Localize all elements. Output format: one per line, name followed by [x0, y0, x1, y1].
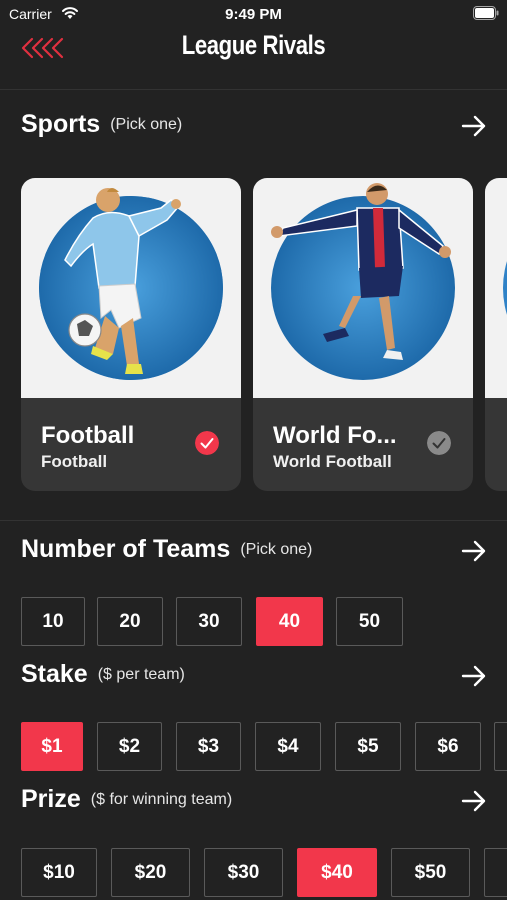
stake-option[interactable]: $2 — [97, 722, 162, 771]
page-title: League Rivals — [181, 30, 326, 60]
prize-option-partial[interactable] — [484, 848, 507, 897]
world-football-player-image — [253, 178, 473, 398]
teams-option[interactable]: 40 — [256, 597, 323, 646]
teams-header: Number of Teams (Pick one) — [21, 535, 487, 569]
card-info — [485, 398, 507, 491]
section-divider — [0, 520, 507, 521]
prize-arrow-right-icon[interactable] — [461, 789, 487, 813]
prize-title: Prize — [21, 785, 81, 813]
stake-arrow-right-icon[interactable] — [461, 664, 487, 688]
stake-option[interactable]: $5 — [335, 722, 401, 771]
prize-header: Prize ($ for winning team) — [21, 785, 487, 819]
status-bar: Carrier 9:49 PM — [0, 0, 507, 28]
navigation-bar: League Rivals — [0, 28, 507, 90]
stake-hint: ($ per team) — [97, 665, 185, 683]
sports-header: Sports (Pick one) — [21, 110, 487, 144]
football-player-image — [21, 178, 241, 398]
prize-hint: ($ for winning team) — [90, 790, 233, 808]
prize-option[interactable]: $50 — [391, 848, 470, 897]
card-subtitle: World Football — [273, 452, 392, 471]
sports-carousel[interactable]: Football Football World Fo... World Foot… — [0, 178, 507, 493]
card-info: World Fo... World Football — [253, 398, 473, 491]
card-title: World Fo... — [273, 422, 397, 449]
prize-option[interactable]: $30 — [204, 848, 283, 897]
prize-option[interactable]: $10 — [21, 848, 97, 897]
stake-header: Stake ($ per team) — [21, 660, 487, 694]
teams-title: Number of Teams — [21, 535, 231, 563]
teams-option[interactable]: 20 — [97, 597, 163, 646]
teams-option[interactable]: 50 — [336, 597, 403, 646]
stake-option[interactable]: $4 — [255, 722, 321, 771]
battery-icon — [473, 6, 499, 20]
prize-option[interactable]: $40 — [297, 848, 377, 897]
teams-hint: (Pick one) — [240, 540, 313, 558]
sports-hint: (Pick one) — [110, 115, 183, 133]
prize-options: $10 $20 $30 $40 $50 — [0, 848, 507, 898]
sport-card-partial[interactable] — [485, 178, 507, 491]
card-subtitle: Football — [41, 452, 108, 471]
stake-option[interactable]: $6 — [415, 722, 481, 771]
partial-card-image — [485, 178, 507, 398]
stake-options: $1 $2 $3 $4 $5 $6 — [0, 722, 507, 772]
stake-option[interactable]: $3 — [176, 722, 241, 771]
teams-arrow-right-icon[interactable] — [461, 539, 487, 563]
status-time: 9:49 PM — [225, 6, 282, 23]
stake-option-partial[interactable] — [494, 722, 507, 771]
stake-option[interactable]: $1 — [21, 722, 83, 771]
sports-arrow-right-icon[interactable] — [461, 114, 487, 138]
sports-title: Sports — [21, 110, 101, 138]
teams-option[interactable]: 30 — [176, 597, 242, 646]
prize-option[interactable]: $20 — [111, 848, 190, 897]
checkmark-selected-icon — [195, 431, 219, 455]
stake-title: Stake — [21, 660, 88, 688]
card-title: Football — [41, 422, 135, 449]
sport-card-football[interactable]: Football Football — [21, 178, 241, 491]
teams-option[interactable]: 10 — [21, 597, 85, 646]
sport-card-world-football[interactable]: World Fo... World Football — [253, 178, 473, 491]
teams-options: 10 20 30 40 50 — [0, 597, 507, 647]
card-info: Football Football — [21, 398, 241, 491]
checkmark-unselected-icon — [427, 431, 451, 455]
